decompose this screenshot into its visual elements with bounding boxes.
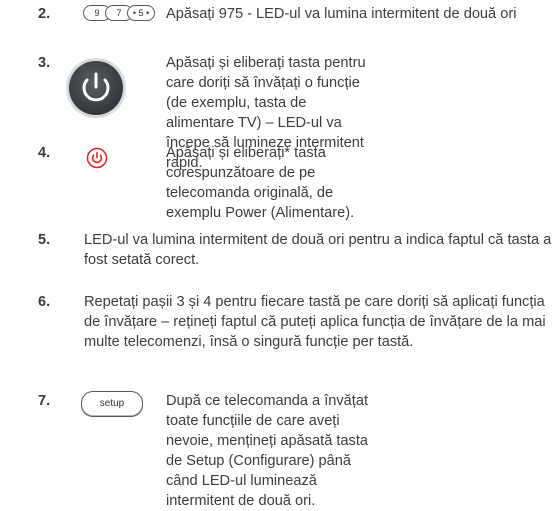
key-5: • 5 • (127, 5, 155, 21)
step-number: 5. (38, 232, 51, 248)
step-5: 5. LED-ul va lumina intermitent de două … (0, 230, 558, 274)
step-2: 2. 9 7 • 5 • Apăsați 975 - LED-ul va lum… (0, 4, 558, 28)
setup-key: setup (81, 391, 143, 417)
step-text: LED-ul va lumina intermitent de două ori… (84, 232, 552, 268)
step-number: 2. (38, 6, 51, 22)
step-text: După ce telecomanda a învățat toate func… (166, 393, 369, 509)
step-3: 3. Apăsați și eliberați tasta pentru car… (0, 53, 558, 171)
step-text: Apăsați 975 - LED-ul va lumina intermite… (166, 6, 517, 22)
step-number: 3. (38, 55, 51, 71)
step-number: 4. (38, 145, 51, 161)
step-6: 6. Repetați pașii 3 și 4 pentru fiecare … (0, 292, 558, 376)
step-7: 7. setup După ce telecomanda a învățat t… (0, 391, 558, 509)
step-number: 7. (38, 393, 51, 409)
power-button-icon (66, 58, 126, 118)
step-text: Repetați pașii 3 și 4 pentru fiecare tas… (84, 294, 546, 350)
power-icon (86, 147, 108, 169)
step-number: 6. (38, 294, 51, 310)
step-text: Apăsați și eliberați* tasta corespunzăto… (166, 145, 355, 221)
step-4: 4. Apăsați și eliberați* tasta corespunz… (0, 143, 558, 221)
